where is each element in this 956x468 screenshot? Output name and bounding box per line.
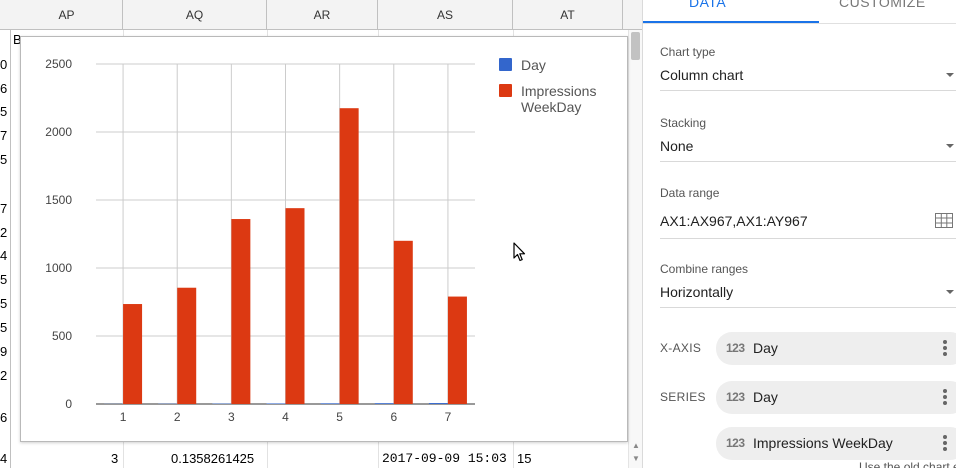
triangle-down-icon[interactable]	[946, 290, 954, 294]
cell-as[interactable]: 2017-09-09 15:03	[382, 450, 507, 468]
chart-type-label: Chart type	[660, 45, 716, 59]
row-fragment: 7	[0, 128, 8, 143]
x-axis-chip-day[interactable]: 123 Day	[716, 332, 956, 365]
series-chip-impressions-weekday[interactable]: 123 Impressions WeekDay	[716, 427, 956, 460]
tab-bar-divider	[643, 23, 956, 24]
kebab-icon[interactable]	[943, 340, 947, 357]
kebab-icon[interactable]	[943, 389, 947, 406]
triangle-down-icon[interactable]	[946, 144, 954, 148]
scroll-down-arrow-icon[interactable]: ▼	[632, 454, 640, 463]
bar-day	[374, 403, 394, 404]
column-header-ar[interactable]: AR	[267, 0, 378, 30]
row-fragment: 2	[0, 225, 8, 240]
series-label: SERIES	[660, 390, 706, 404]
bar-impressions-weekday	[285, 208, 305, 404]
legend-label: Day	[521, 57, 546, 73]
mouse-pointer-icon	[513, 242, 526, 262]
x-tick-label: 2	[174, 410, 181, 424]
bar-impressions-weekday	[123, 304, 143, 404]
combine-ranges-dropdown[interactable]: Horizontally	[660, 284, 733, 300]
field-underline	[660, 238, 956, 239]
row-fragment: 2	[0, 368, 8, 383]
legend-label: Impressions	[521, 83, 596, 99]
column-header-aq[interactable]: AQ	[123, 0, 267, 30]
field-underline	[660, 90, 956, 91]
number-type-icon: 123	[726, 390, 745, 404]
bar-day	[266, 403, 286, 404]
y-tick-label: 2000	[45, 125, 72, 139]
chart-editor-panel: DATA CUSTOMIZE Chart type Column chart S…	[642, 0, 956, 468]
cell-aq[interactable]: 0.1358261425	[171, 450, 254, 468]
x-tick-label: 3	[228, 410, 235, 424]
column-header-ap[interactable]: AP	[11, 0, 123, 30]
cell-ap[interactable]: 3	[111, 450, 118, 468]
row-fragment: 0	[0, 57, 8, 72]
chip-label: Day	[753, 389, 778, 405]
y-tick-label: 500	[52, 329, 72, 343]
embedded-chart[interactable]: 0 500 1000 1500 2000 2500 1 2 3 4 5 6 7 Day Impression…	[20, 36, 628, 442]
row-fragment: 6	[0, 81, 8, 96]
x-tick-label: 4	[282, 410, 289, 424]
triangle-down-icon[interactable]	[946, 73, 954, 77]
chip-label: Impressions WeekDay	[753, 435, 893, 451]
data-range-input[interactable]: AX1:AX967,AX1:AY967	[660, 213, 808, 229]
field-underline	[660, 307, 956, 308]
data-range-label: Data range	[660, 186, 720, 200]
bar-impressions-weekday	[177, 287, 197, 404]
number-type-icon: 123	[726, 436, 745, 450]
bar-impressions-weekday	[339, 108, 359, 404]
row-fragment: 5	[0, 320, 8, 335]
vertical-scrollbar[interactable]: ▲ ▼	[628, 30, 642, 468]
scrollbar-thumb[interactable]	[631, 32, 640, 60]
combine-ranges-label: Combine ranges	[660, 262, 749, 276]
legend-swatch	[499, 84, 512, 97]
column-header-as[interactable]: AS	[378, 0, 513, 30]
tab-customize[interactable]: CUSTOMIZE	[839, 0, 926, 22]
row-fragment: 7	[0, 201, 8, 216]
legend-swatch	[499, 58, 512, 71]
x-tick-label: 5	[336, 410, 343, 424]
bar-day	[428, 403, 448, 404]
x-tick-label: 1	[120, 410, 127, 424]
bar-impressions-weekday	[393, 240, 413, 404]
bar-impressions-weekday	[231, 219, 251, 404]
kebab-icon[interactable]	[943, 435, 947, 452]
column-chart: 0 500 1000 1500 2000 2500 1 2 3 4 5 6 7 Day Impression…	[45, 57, 596, 424]
row-fragment: 5	[0, 152, 8, 167]
x-tick-label: 6	[390, 410, 397, 424]
scroll-up-arrow-icon[interactable]: ▲	[632, 441, 640, 450]
cell-at[interactable]: 15	[517, 450, 531, 468]
tab-data[interactable]: DATA	[689, 0, 726, 22]
y-tick-label: 0	[65, 397, 72, 411]
use-old-chart-editor-link[interactable]: Use the old chart e	[859, 460, 956, 468]
y-tick-label: 1000	[45, 261, 72, 275]
column-header-at[interactable]: AT	[513, 0, 623, 30]
bar-day	[320, 403, 340, 404]
chip-label: Day	[753, 340, 778, 356]
row-fragment: 5	[0, 104, 8, 119]
row-fragment: 4	[0, 451, 8, 466]
column-headers: AP AQ AR AS AT	[0, 0, 642, 30]
field-underline	[660, 161, 956, 162]
stacking-label: Stacking	[660, 116, 707, 130]
row-fragment-column: B 0 6 5 7 5 7 2 4 5 5 5 9 2 6 4	[0, 30, 22, 468]
y-tick-label: 1500	[45, 193, 72, 207]
stacking-dropdown[interactable]: None	[660, 138, 693, 154]
row-fragment: 9	[0, 344, 8, 359]
row-fragment: 5	[0, 296, 8, 311]
x-tick-label: 7	[445, 410, 452, 424]
row-fragment: 5	[0, 272, 8, 287]
number-type-icon: 123	[726, 341, 745, 355]
x-axis-label: X-AXIS	[660, 341, 702, 355]
bar-impressions-weekday	[447, 296, 467, 404]
series-chip-day[interactable]: 123 Day	[716, 381, 956, 414]
row-fragment: 4	[0, 248, 8, 263]
row-fragment: 6	[0, 410, 8, 425]
y-tick-label: 2500	[45, 57, 72, 71]
grid-icon[interactable]	[935, 213, 953, 228]
legend-label: WeekDay	[521, 99, 581, 115]
chart-type-dropdown[interactable]: Column chart	[660, 67, 743, 83]
